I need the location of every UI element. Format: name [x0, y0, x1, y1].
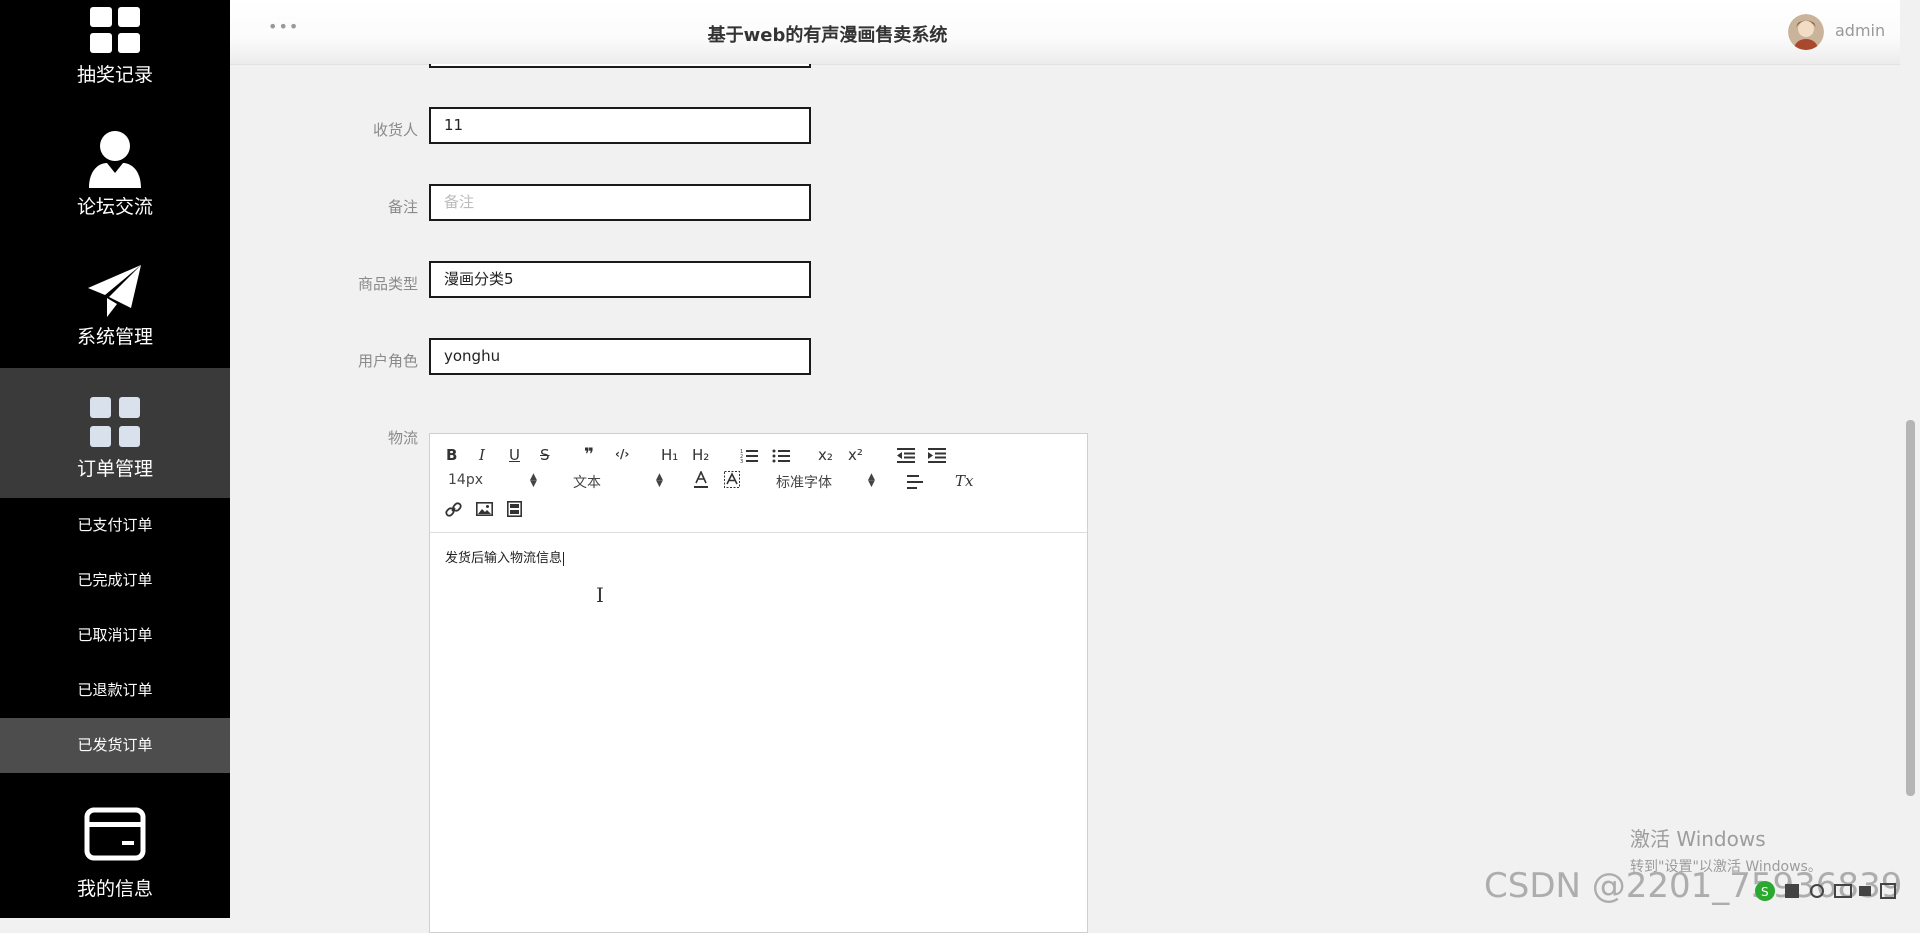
- block-type-select[interactable]: 文本: [573, 472, 601, 492]
- remark-input[interactable]: 备注: [429, 184, 811, 221]
- bold-button[interactable]: B: [446, 446, 457, 464]
- sidebar-item-label: 订单管理: [76, 458, 153, 480]
- image-icon[interactable]: [476, 502, 493, 516]
- heading-2-button[interactable]: H₂: [692, 446, 709, 464]
- sidebar-subitem-completed-orders[interactable]: 已完成订单: [0, 553, 230, 608]
- font-size-select[interactable]: 14px: [448, 472, 483, 488]
- editor-text: 发货后输入物流信息: [445, 551, 563, 566]
- user-icon: [89, 131, 141, 188]
- text-cursor-icon: I: [596, 583, 604, 607]
- username[interactable]: admin: [1835, 21, 1885, 40]
- sidebar-item-label: 系统管理: [76, 326, 153, 348]
- underline-button[interactable]: U: [509, 446, 520, 464]
- ordered-list-icon[interactable]: 123: [740, 448, 758, 464]
- sidebar-item-label: 我的信息: [76, 878, 153, 900]
- receiver-input[interactable]: 11: [429, 107, 811, 144]
- sidebar-subitem-refunded-orders[interactable]: 已退款订单: [0, 663, 230, 718]
- align-left-icon[interactable]: [907, 475, 923, 489]
- sidebar-item-my-info[interactable]: 我的信息: [0, 773, 230, 903]
- font-color-icon[interactable]: [694, 471, 708, 489]
- grid-icon: [90, 7, 140, 53]
- video-icon[interactable]: [507, 501, 522, 517]
- sidebar-item-label: 论坛交流: [76, 196, 153, 218]
- indent-icon[interactable]: [928, 448, 946, 463]
- chevron-updown-icon: ▲ ▼: [868, 472, 875, 489]
- page-title: 基于web的有声漫画售卖系统: [707, 25, 948, 46]
- logistics-editor[interactable]: B I U S ❞ ‹/› H₁ H₂ 123 x₂ x² 14px ▲ ▼ 文本…: [429, 433, 1088, 933]
- sidebar-item-system-management[interactable]: 系统管理: [0, 238, 230, 368]
- sidebar-item-lottery-records[interactable]: 抽奖记录: [0, 0, 230, 108]
- svg-text:S: S: [1761, 885, 1769, 899]
- user-role-input[interactable]: yonghu: [429, 338, 811, 375]
- receiver-label: 收货人: [372, 121, 418, 139]
- scrollbar-thumb[interactable]: [1906, 420, 1915, 796]
- subscript-button[interactable]: x₂: [818, 446, 833, 464]
- italic-button[interactable]: I: [479, 446, 485, 464]
- blockquote-button[interactable]: ❞: [584, 445, 594, 465]
- remark-label: 备注: [387, 198, 418, 216]
- strikethrough-button[interactable]: S: [540, 446, 550, 464]
- product-type-label: 商品类型: [357, 275, 418, 293]
- chevron-updown-icon: ▲ ▼: [530, 472, 537, 489]
- editor-toolbar: B I U S ❞ ‹/› H₁ H₂ 123 x₂ x² 14px ▲ ▼ 文本…: [430, 434, 1087, 533]
- svg-text:3: 3: [740, 459, 743, 464]
- sidebar-subitem-cancelled-orders[interactable]: 已取消订单: [0, 608, 230, 663]
- grid-icon: [90, 397, 140, 447]
- code-block-button[interactable]: ‹/›: [615, 447, 629, 461]
- sidebar-item-order-management[interactable]: 订单管理: [0, 368, 230, 498]
- link-icon[interactable]: [445, 501, 462, 518]
- superscript-button[interactable]: x²: [848, 446, 863, 464]
- heading-1-button[interactable]: H₁: [661, 446, 678, 464]
- sidebar-item-forum[interactable]: 论坛交流: [0, 108, 230, 238]
- card-icon: [84, 807, 146, 861]
- paper-plane-icon: [88, 265, 141, 317]
- sidebar: 抽奖记录 论坛交流 系统管理 订单管理 已支付订单 已完成订单 已取消订单 已退…: [0, 0, 230, 918]
- top-header: ••• 基于web的有声漫画售卖系统 admin: [230, 0, 1900, 65]
- chevron-updown-icon: ▲ ▼: [656, 472, 663, 489]
- sidebar-item-label: 抽奖记录: [76, 64, 153, 86]
- clear-format-button[interactable]: Tx: [955, 472, 973, 490]
- product-type-input[interactable]: 漫画分类5: [429, 261, 811, 298]
- sidebar-subitem-shipped-orders[interactable]: 已发货订单: [0, 718, 230, 773]
- logistics-label: 物流: [387, 429, 418, 447]
- text-caret: [563, 551, 565, 566]
- outdent-icon[interactable]: [897, 448, 915, 463]
- bullet-list-icon[interactable]: [772, 448, 790, 464]
- avatar[interactable]: [1788, 14, 1824, 50]
- watermark-line: 激活 Windows: [1630, 827, 1766, 851]
- font-family-select[interactable]: 标准字体: [776, 472, 832, 492]
- sidebar-subitem-paid-orders[interactable]: 已支付订单: [0, 498, 230, 553]
- editor-content[interactable]: 发货后输入物流信息: [445, 547, 565, 566]
- previous-field-edge: [429, 64, 811, 68]
- system-tray: S: [1755, 878, 1905, 904]
- user-role-label: 用户角色: [357, 352, 418, 370]
- background-color-icon[interactable]: [724, 471, 740, 488]
